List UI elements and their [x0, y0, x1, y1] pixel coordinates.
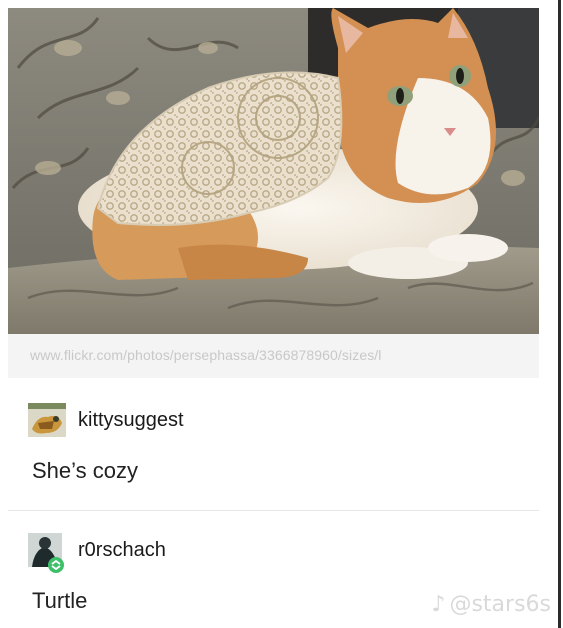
- reblog-header: kittysuggest: [28, 402, 184, 438]
- reblog-username[interactable]: kittysuggest: [78, 409, 184, 432]
- photo-source-bar: www.flickr.com/photos/persephassa/336687…: [8, 334, 539, 378]
- reblog-header: r0rschach: [28, 532, 166, 573]
- source-url-link[interactable]: www.flickr.com/photos/persephassa/336687…: [30, 347, 382, 363]
- tiktok-watermark: ♪ @stars6s: [431, 592, 551, 617]
- post-photo[interactable]: [8, 8, 539, 334]
- reblog-badge-icon: [48, 557, 64, 573]
- person-avatar-icon[interactable]: [28, 533, 66, 573]
- tiktok-icon: ♪: [431, 592, 446, 617]
- cat-avatar-icon[interactable]: [28, 403, 66, 437]
- right-edge-frame: [558, 0, 561, 628]
- cat-photo-image: [8, 8, 539, 334]
- reblog-kittysuggest: kittysuggest She’s cozy: [8, 402, 539, 502]
- reblog-divider: [8, 510, 539, 511]
- watermark-handle: @stars6s: [449, 592, 551, 617]
- reblog-comment: Turtle: [32, 588, 88, 613]
- reblog-username[interactable]: r0rschach: [78, 539, 166, 562]
- reblog-comment: She’s cozy: [32, 458, 138, 483]
